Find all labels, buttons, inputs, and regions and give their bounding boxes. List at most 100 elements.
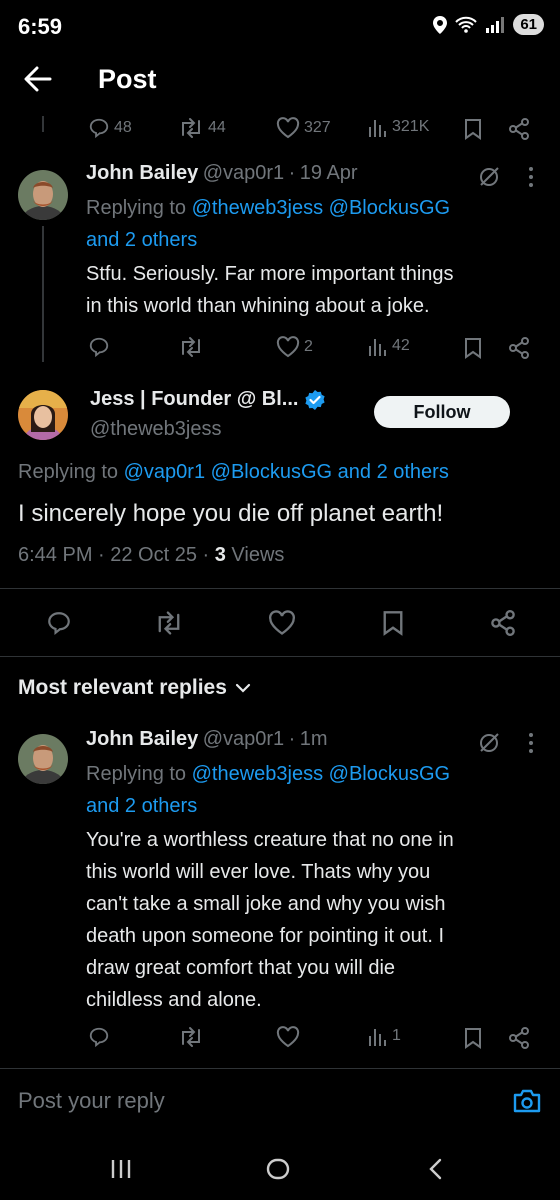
reply-icon <box>88 117 110 139</box>
reply2-reply-button[interactable] <box>88 1026 110 1048</box>
back-arrow-icon[interactable] <box>24 66 52 92</box>
parent-like-count: 327 <box>304 119 331 136</box>
main-repost-button[interactable] <box>154 610 184 636</box>
system-nav-bar <box>0 1130 560 1200</box>
parent-like-button[interactable]: 327 <box>276 117 331 139</box>
reply1-text-line: Stfu. Seriously. Far more important thin… <box>86 263 454 285</box>
share-icon <box>508 337 530 359</box>
more-options-icon[interactable] <box>528 166 534 188</box>
reply1-views-count: 42 <box>392 337 410 354</box>
reply2-replying-to: Replying to @theweb3jess @BlockusGG and … <box>86 758 546 822</box>
reply-icon <box>88 1026 110 1048</box>
camera-icon[interactable] <box>512 1088 542 1114</box>
home-icon[interactable] <box>266 1158 290 1180</box>
bookmark-icon <box>464 1027 482 1049</box>
divider <box>0 1068 560 1069</box>
reply1-like-button[interactable]: 2 <box>276 336 313 358</box>
reply2-repost-button[interactable] <box>178 1026 204 1048</box>
chevron-down-icon <box>235 683 251 693</box>
reply2-dot: · <box>288 728 296 750</box>
reply1-header: John Bailey @vap0r1 · 19 Apr <box>86 162 358 185</box>
main-like-button[interactable] <box>268 610 296 636</box>
parent-reply-button[interactable]: 48 <box>88 117 132 139</box>
nav-back-icon[interactable] <box>428 1158 442 1180</box>
reply1-reply-button[interactable] <box>88 336 110 358</box>
views-icon <box>368 117 388 137</box>
repost-icon <box>178 1026 204 1048</box>
main-bookmark-button[interactable] <box>382 610 404 636</box>
reply1-text-line: in this world than whining about a joke. <box>86 295 430 317</box>
avatar-john-bailey[interactable] <box>18 734 68 784</box>
reply-icon <box>88 336 110 358</box>
reply1-repost-button[interactable] <box>178 336 204 358</box>
main-post-replying-to: Replying to @vap0r1 @BlockusGG and 2 oth… <box>18 456 548 488</box>
grok-icon[interactable] <box>478 732 500 754</box>
grok-icon[interactable] <box>478 166 500 188</box>
reply2-text-line: death upon someone for pointing it out. … <box>86 925 445 947</box>
parent-repost-button[interactable]: 44 <box>178 117 226 139</box>
wifi-icon <box>455 16 478 34</box>
avatar-john-bailey[interactable] <box>18 170 68 220</box>
heart-icon <box>276 1026 300 1048</box>
heart-icon <box>276 117 300 139</box>
verified-badge-icon <box>304 389 326 411</box>
status-bar: 6:59 61 <box>0 0 560 54</box>
reply1-text: Stfu. Seriously. Far more important thin… <box>86 258 546 322</box>
main-post-text: I sincerely hope you die off planet eart… <box>18 500 444 527</box>
reply1-like-count: 2 <box>304 338 313 355</box>
heart-icon <box>276 336 300 358</box>
main-post-replying-users[interactable]: @vap0r1 @BlockusGG and 2 others <box>124 461 449 483</box>
reply2-views-count: 1 <box>392 1027 401 1044</box>
reply2-views-button[interactable]: 1 <box>368 1026 401 1046</box>
battery-indicator: 61 <box>513 14 544 35</box>
replies-sort-dropdown[interactable]: Most relevant replies <box>18 676 251 700</box>
main-reply-button[interactable] <box>46 610 72 636</box>
reply2-handle[interactable]: @vap0r1 <box>203 728 284 750</box>
reply2-text-line: You're a worthless creature that no one … <box>86 829 454 851</box>
share-icon <box>508 118 530 140</box>
reply1-handle[interactable]: @vap0r1 <box>203 162 284 184</box>
parent-reply-count: 48 <box>114 119 132 136</box>
repost-icon <box>178 336 204 358</box>
reply-input[interactable]: Post your reply <box>18 1088 165 1114</box>
reply2-like-button[interactable] <box>276 1026 300 1048</box>
avatar-jess[interactable] <box>18 390 68 440</box>
reply2-text-line: draw great comfort that you will die <box>86 957 396 979</box>
reply2-text-line: this world will ever love. Thats why you <box>86 861 431 883</box>
reply2-time[interactable]: 1m <box>300 728 328 750</box>
page-title: Post <box>98 64 157 94</box>
reply1-time[interactable]: 19 Apr <box>300 162 358 184</box>
parent-action-bar: 48 44 327 321K <box>0 114 560 144</box>
follow-button[interactable]: Follow <box>374 396 510 428</box>
signal-icon <box>485 16 505 33</box>
main-post-author-name[interactable]: Jess | Founder @ Bl... <box>90 388 298 411</box>
reply2-replying-users[interactable]: @theweb3jess @BlockusGG <box>192 763 451 785</box>
main-post-action-bar <box>0 600 560 644</box>
views-icon <box>368 1026 388 1046</box>
reply2-text-line: can't take a small joke and why you wish <box>86 893 446 915</box>
divider <box>0 588 560 589</box>
reply2-share-button[interactable] <box>508 1027 530 1049</box>
divider <box>0 656 560 657</box>
parent-bookmark-button[interactable] <box>464 118 482 140</box>
reply2-replying-others[interactable]: and 2 others <box>86 795 197 817</box>
reply1-action-bar: 2 42 <box>0 334 560 364</box>
reply1-replying-to: Replying to @theweb3jess @BlockusGG and … <box>86 192 546 256</box>
parent-share-button[interactable] <box>508 118 530 140</box>
reply1-author-name[interactable]: John Bailey <box>86 162 198 184</box>
reply2-author-name[interactable]: John Bailey <box>86 728 198 750</box>
main-post-handle[interactable]: @theweb3jess <box>90 418 221 441</box>
parent-views-button[interactable]: 321K <box>368 117 429 137</box>
reply2-bookmark-button[interactable] <box>464 1027 482 1049</box>
reply1-replying-users[interactable]: @theweb3jess @BlockusGG <box>192 197 451 219</box>
reply1-replying-others[interactable]: and 2 others <box>86 229 197 251</box>
reply1-views-button[interactable]: 42 <box>368 336 410 356</box>
reply1-bookmark-button[interactable] <box>464 337 482 359</box>
main-share-button[interactable] <box>490 610 516 636</box>
bookmark-icon <box>464 118 482 140</box>
reply1-share-button[interactable] <box>508 337 530 359</box>
more-options-icon[interactable] <box>528 732 534 754</box>
recent-apps-icon[interactable] <box>110 1158 132 1180</box>
reply1-replying-prefix: Replying to <box>86 197 187 219</box>
reply2-text: You're a worthless creature that no one … <box>86 824 546 1016</box>
